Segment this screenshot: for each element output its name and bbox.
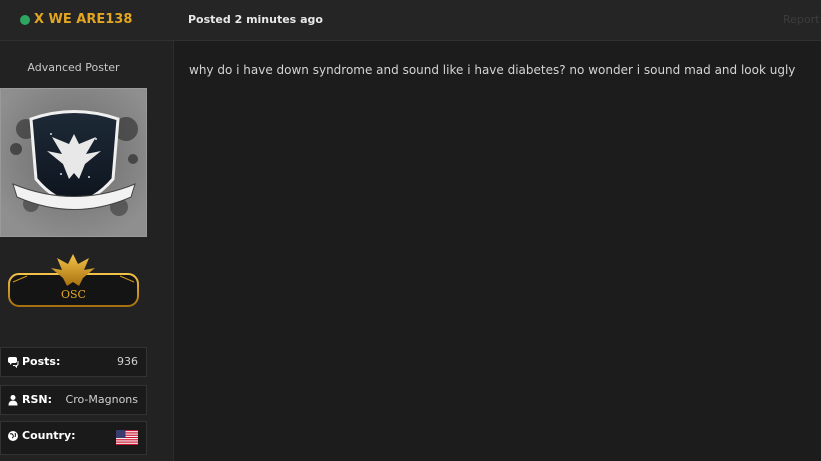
post-timestamp[interactable]: Posted 2 minutes ago (188, 13, 323, 27)
user-icon (8, 395, 18, 406)
country-label: Country: (22, 429, 76, 442)
avatar-image (1, 89, 146, 236)
online-status-icon (20, 15, 30, 25)
user-title: Advanced Poster (27, 61, 120, 74)
posts-label: Posts: (22, 355, 61, 368)
posts-value: 936 (117, 355, 138, 368)
rank-badge: OSC (7, 252, 140, 312)
country-stat: Country: (0, 421, 147, 455)
rsn-value: Cro-Magnons (65, 393, 138, 406)
us-flag-icon (116, 430, 138, 445)
phoenix-icon (8, 254, 139, 307)
post-header: X WE ARE138 Posted 2 minutes ago Report (0, 0, 821, 41)
author-sidebar: Advanced Poster OSC Posts: 936 RSN: Cro-… (0, 41, 174, 461)
forum-post: X WE ARE138 Posted 2 minutes ago Report … (0, 0, 821, 461)
comments-icon (8, 357, 19, 368)
posts-stat: Posts: 936 (0, 347, 147, 377)
author-link[interactable]: X WE ARE138 (20, 12, 132, 28)
avatar[interactable] (0, 88, 147, 237)
globe-icon (8, 431, 18, 441)
rank-label: OSC (61, 288, 86, 301)
author-name[interactable]: X WE ARE138 (34, 12, 132, 28)
post-body: why do i have down syndrome and sound li… (189, 63, 796, 77)
report-link[interactable]: Report (783, 13, 819, 27)
rsn-stat: RSN: Cro-Magnons (0, 385, 147, 415)
rsn-label: RSN: (22, 393, 52, 406)
